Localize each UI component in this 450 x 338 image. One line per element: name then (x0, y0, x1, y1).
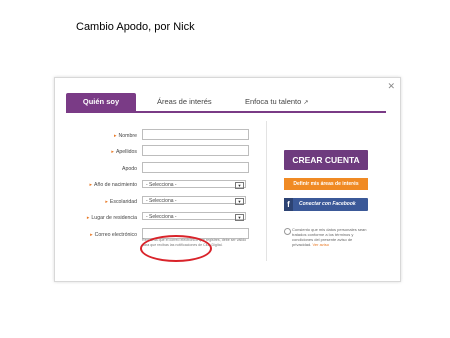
arrow-icon: ▸ (86, 215, 90, 221)
tab-enfoca-talento-label: Enfoca tu talento (245, 97, 302, 106)
chevron-down-icon: ▼ (235, 198, 244, 205)
define-areas-button[interactable]: Definir mis áreas de interés (284, 178, 368, 190)
lugar-residencia-select[interactable]: - Selecciona - ▼ (142, 212, 246, 221)
tab-bar: Quién soy Áreas de interés Enfoca tu tal… (66, 93, 386, 113)
tab-enfoca-talento[interactable]: Enfoca tu talento ↗ (245, 93, 308, 111)
arrow-icon: ▸ (90, 232, 93, 238)
consent-text: Consiento que mis datos personales sean … (292, 227, 367, 247)
create-account-button[interactable]: CREAR CUENTA (284, 150, 368, 170)
arrow-icon: ▸ (105, 199, 108, 205)
apellidos-input[interactable] (142, 145, 249, 156)
nombre-input[interactable] (142, 129, 249, 140)
arrow-icon: ▸ (111, 149, 114, 155)
registration-modal: ✕ Quién soy Áreas de interés Enfoca tu t… (54, 77, 401, 282)
consent-radio[interactable] (284, 228, 291, 235)
tab-areas-interes[interactable]: Áreas de interés (157, 93, 212, 111)
apodo-input[interactable] (142, 162, 249, 173)
chevron-down-icon: ▼ (235, 182, 244, 189)
facebook-icon: f (284, 198, 293, 211)
close-icon[interactable]: ✕ (387, 81, 395, 92)
label-nombre: ▸ Nombre (114, 133, 137, 139)
arrow-icon: ▸ (114, 133, 117, 139)
label-anio-nacimiento: ▸ Año de nacimiento (89, 182, 138, 188)
chevron-down-icon: ▼ (235, 214, 244, 221)
facebook-button-label: Conectar con Facebook (299, 201, 356, 207)
anio-nacimiento-select[interactable]: - Selecciona - ▼ (142, 180, 246, 189)
arrow-icon: ▸ (89, 182, 93, 188)
label-apellidos: ▸ Apellidos (111, 149, 137, 155)
label-escolaridad: ▸ Escolaridad (105, 199, 137, 205)
tab-quien-soy[interactable]: Quién soy (66, 93, 136, 111)
privacy-notice-link[interactable]: Ver aviso (312, 242, 328, 247)
facebook-connect-button[interactable]: f Conectar con Facebook (284, 198, 368, 211)
annotation-ellipse (140, 235, 212, 262)
divider (266, 121, 267, 261)
external-link-icon: ↗ (303, 100, 309, 106)
escolaridad-select[interactable]: - Selecciona - ▼ (142, 196, 246, 205)
label-lugar-residencia: ▸ Lugar de residencia (86, 215, 137, 221)
label-apodo: Apodo (121, 166, 137, 172)
slide-title: Cambio Apodo, por Nick (76, 21, 195, 33)
label-correo: ▸ Correo electrónico (90, 232, 137, 238)
